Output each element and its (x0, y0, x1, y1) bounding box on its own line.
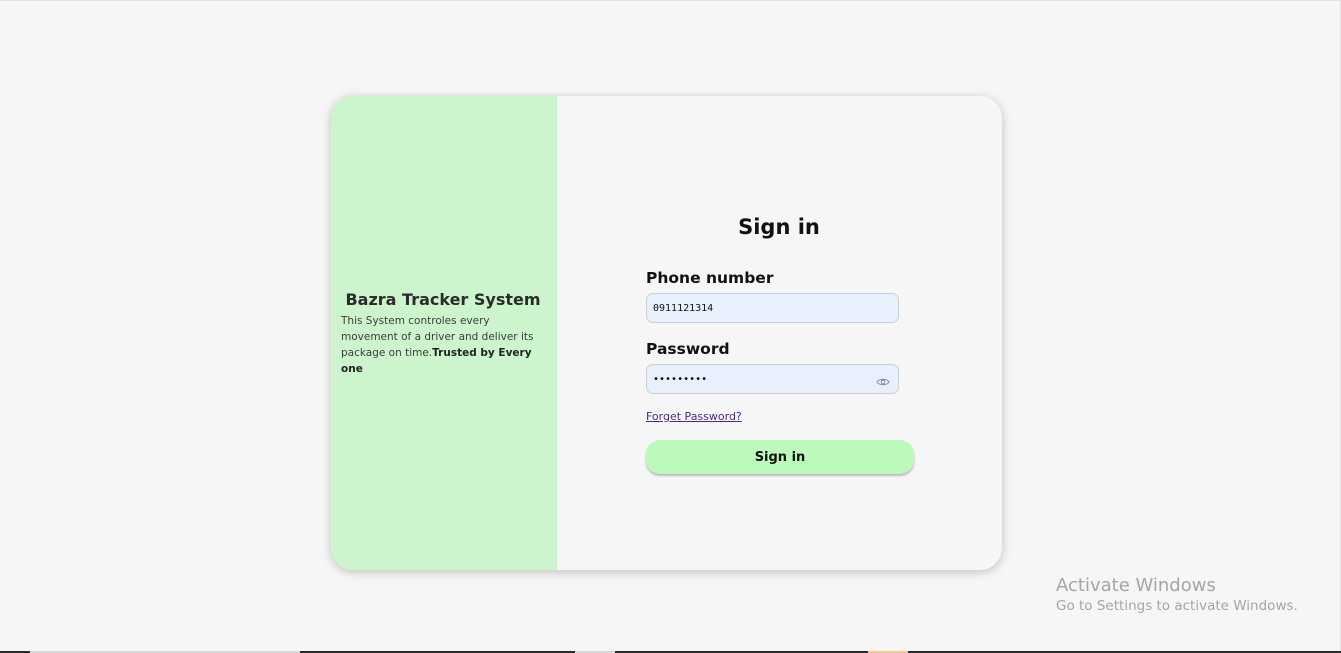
brand-panel: Bazra Tracker System This System control… (331, 96, 557, 570)
signin-card: Bazra Tracker System This System control… (331, 96, 1002, 570)
brand-description: This System controles every movement of … (341, 313, 541, 377)
signin-button[interactable]: Sign in (646, 440, 914, 474)
activate-windows-watermark: Activate Windows Go to Settings to activ… (1056, 575, 1298, 614)
watermark-subtitle: Go to Settings to activate Windows. (1056, 598, 1298, 614)
watermark-title: Activate Windows (1056, 575, 1216, 596)
signin-panel: Sign in Phone number Password Forget Pas… (557, 96, 1002, 570)
phone-label: Phone number (646, 269, 774, 287)
page: Bazra Tracker System This System control… (0, 0, 1341, 653)
brand-title: Bazra Tracker System (345, 290, 541, 309)
eye-icon[interactable] (876, 373, 890, 386)
forget-password-link[interactable]: Forget Password? (646, 410, 742, 423)
signin-title: Sign in (738, 215, 820, 239)
password-input[interactable] (646, 364, 899, 394)
password-label: Password (646, 340, 730, 358)
phone-input[interactable] (646, 293, 899, 323)
